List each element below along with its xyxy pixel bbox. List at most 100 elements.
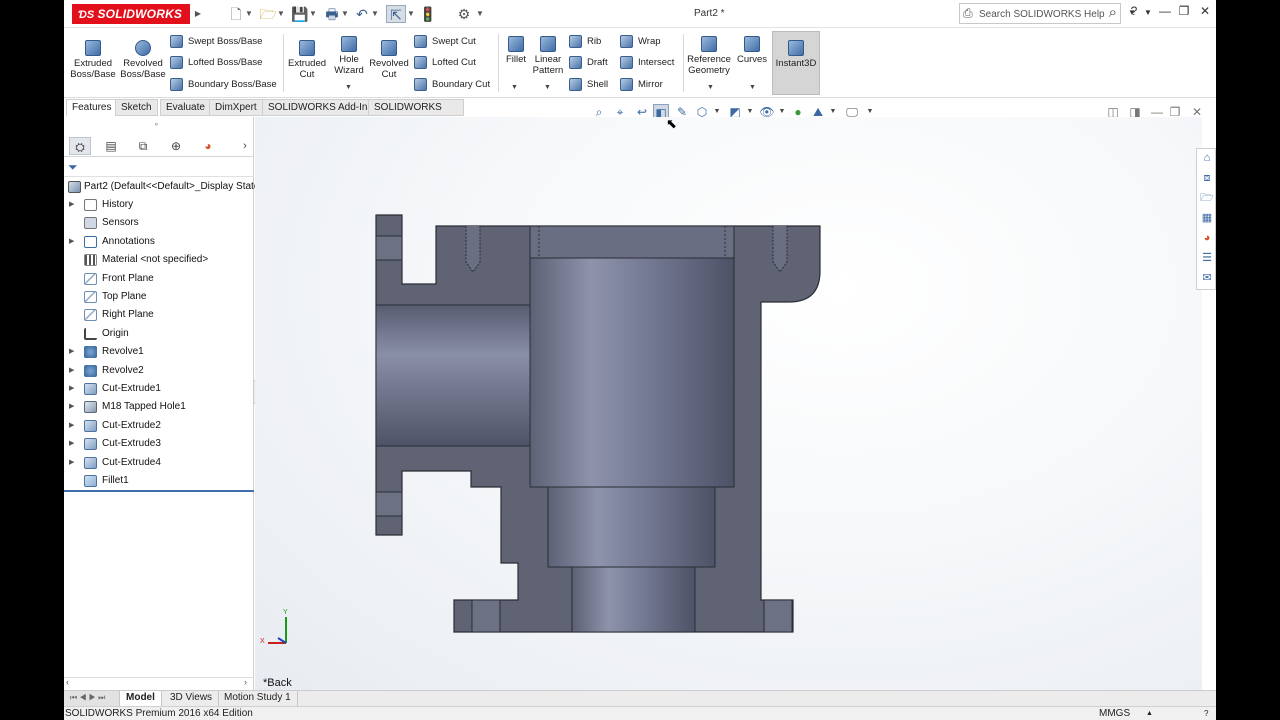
chevron-down-icon[interactable]: ▼	[476, 5, 484, 23]
appearances-icon[interactable]: ◕	[1200, 231, 1214, 245]
chevron-down-icon[interactable]: ▼	[277, 5, 285, 23]
custom-properties-icon[interactable]: ☰	[1200, 251, 1214, 265]
options-gear-icon[interactable]: ⚙	[454, 5, 474, 23]
undo-icon[interactable]: ↶	[352, 5, 372, 23]
search-help-box[interactable]: ⎙ Search SOLIDWORKS Help ⌕	[959, 3, 1121, 24]
tree-item[interactable]: ▶ Cut-Extrude1	[64, 380, 254, 398]
tab-sketch[interactable]: Sketch	[115, 99, 158, 116]
expand-arrow-icon[interactable]: ▶	[69, 398, 74, 416]
extruded-boss-button[interactable]: Extruded Boss/Base	[70, 40, 116, 80]
horizontal-scrollbar[interactable]: ‹ ›	[64, 677, 254, 689]
boundary-cut-button[interactable]: Boundary Cut	[414, 77, 490, 93]
dimxpertmanager-tab-icon[interactable]: ⊕	[165, 137, 187, 155]
open-folder-icon[interactable]: 🗁	[258, 5, 278, 23]
lofted-boss-button[interactable]: Lofted Boss/Base	[170, 55, 262, 71]
view-palette-icon[interactable]: ▦	[1200, 211, 1214, 225]
hole-wizard-dropdown-icon[interactable]: ▼	[345, 84, 352, 91]
solidworks-logo[interactable]: ƊS SOLIDWORKS	[72, 4, 190, 24]
tree-item[interactable]: Origin	[64, 325, 254, 343]
rib-button[interactable]: Rib	[569, 34, 601, 50]
tree-item[interactable]: Fillet1	[64, 472, 254, 490]
chevron-down-icon[interactable]: ▼	[341, 5, 349, 23]
tree-item[interactable]: Top Plane	[64, 288, 254, 306]
displaymanager-tab-icon[interactable]: ◕	[197, 137, 219, 155]
tab-evaluate[interactable]: Evaluate	[160, 99, 211, 116]
draft-button[interactable]: Draft	[569, 55, 608, 71]
file-explorer-icon[interactable]: 🗁	[1200, 191, 1214, 205]
intersect-button[interactable]: Intersect	[620, 55, 674, 71]
tree-item[interactable]: ▶ Cut-Extrude3	[64, 435, 254, 453]
curves-dropdown-icon[interactable]: ▼	[749, 84, 756, 91]
tab-3d-views[interactable]: 3D Views	[164, 691, 220, 706]
rebuild-icon[interactable]: 🚦	[418, 5, 438, 23]
chevron-down-icon[interactable]: ▼	[407, 5, 415, 23]
revolved-boss-button[interactable]: Revolved Boss/Base	[119, 40, 167, 80]
linear-pattern-dropdown-icon[interactable]: ▼	[544, 84, 551, 91]
revolved-cut-button[interactable]: Revolved Cut	[367, 40, 411, 80]
tree-filter-bar[interactable]	[64, 159, 254, 177]
restore-icon[interactable]: ❐	[1173, 4, 1195, 18]
tab-solidworks-mbd[interactable]: SOLIDWORKS MBD	[368, 99, 464, 129]
tab-solidworks-add-ins[interactable]: SOLIDWORKS Add-Ins	[262, 99, 379, 116]
reference-geometry-button[interactable]: Reference Geometry	[686, 36, 732, 76]
chevron-down-icon[interactable]: ▼	[245, 5, 253, 23]
tree-item[interactable]: ▶ M18 Tapped Hole1	[64, 398, 254, 416]
mirror-button[interactable]: Mirror	[620, 77, 663, 93]
fillet-button[interactable]: Fillet	[501, 36, 531, 65]
expand-arrow-icon[interactable]: ▶	[69, 362, 74, 380]
panel-grip-icon[interactable]: ⚬	[153, 120, 160, 129]
expand-arrow-icon[interactable]: ▶	[69, 343, 74, 361]
propertymanager-tab-icon[interactable]: ▤	[100, 137, 122, 155]
search-icon[interactable]: ⌕	[1109, 4, 1117, 21]
boundary-boss-button[interactable]: Boundary Boss/Base	[170, 77, 277, 93]
close-icon[interactable]: ✕	[1194, 4, 1216, 18]
linear-pattern-button[interactable]: Linear Pattern	[530, 36, 566, 76]
tree-item[interactable]: Right Plane	[64, 306, 254, 324]
tree-item[interactable]: Material <not specified>	[64, 251, 254, 269]
chevron-down-icon[interactable]: ▼	[371, 5, 379, 23]
tab-motion-study-1[interactable]: Motion Study 1	[218, 691, 298, 706]
help-status-icon[interactable]: ?	[1204, 707, 1208, 720]
extruded-cut-button[interactable]: Extruded Cut	[285, 40, 329, 80]
search-help-input[interactable]: Search SOLIDWORKS Help	[979, 9, 1105, 20]
expand-arrow-icon[interactable]: ▶	[69, 196, 74, 214]
tab-dimxpert[interactable]: DimXpert	[209, 99, 263, 116]
graphics-area[interactable]: Y X	[255, 117, 1202, 690]
tree-item[interactable]: ▶ Revolve2	[64, 362, 254, 380]
units-selector[interactable]: MMGS	[1099, 707, 1130, 720]
tab-navigation-arrows[interactable]: ⏮ ◀ ▶ ⏭	[64, 691, 120, 706]
wrap-button[interactable]: Wrap	[620, 34, 661, 50]
reference-geometry-dropdown-icon[interactable]: ▼	[707, 84, 714, 91]
tree-item[interactable]: ▶ Annotations	[64, 233, 254, 251]
rollback-bar[interactable]	[64, 490, 254, 492]
expand-arrow-icon[interactable]: ▶	[69, 417, 74, 435]
featuremanager-tab-icon[interactable]: ⛭	[69, 137, 91, 155]
tree-root-part[interactable]: Part2 (Default<<Default>_Display State	[64, 178, 259, 196]
tree-item[interactable]: ▶ Cut-Extrude2	[64, 417, 254, 435]
configurationmanager-tab-icon[interactable]: ⧉	[132, 137, 154, 155]
select-cursor-icon[interactable]: ⇱	[386, 5, 406, 23]
expand-arrow-icon[interactable]: ▶	[69, 233, 74, 251]
new-document-icon[interactable]: 🗋	[226, 5, 246, 23]
tree-item[interactable]: Sensors	[64, 214, 254, 232]
tab-features[interactable]: Features	[66, 99, 118, 116]
expand-arrow-icon[interactable]: ▶	[69, 435, 74, 453]
tree-item[interactable]: ▶ Cut-Extrude4	[64, 454, 254, 472]
menu-expand-icon[interactable]: ▶	[194, 5, 202, 23]
lofted-cut-button[interactable]: Lofted Cut	[414, 55, 476, 71]
curves-button[interactable]: Curves	[734, 36, 770, 65]
design-library-icon[interactable]: ⧈	[1200, 171, 1214, 185]
scroll-left-icon[interactable]: ‹	[66, 677, 69, 687]
tab-model[interactable]: Model	[120, 691, 162, 706]
tree-item[interactable]: ▶ Revolve1	[64, 343, 254, 361]
chevron-up-icon[interactable]: ▲	[1146, 707, 1153, 720]
expand-arrow-icon[interactable]: ▶	[69, 454, 74, 472]
print-icon[interactable]: 🖶	[322, 5, 342, 23]
forum-icon[interactable]: ✉	[1200, 271, 1214, 285]
fillet-dropdown-icon[interactable]: ▼	[511, 84, 518, 91]
hole-wizard-button[interactable]: Hole Wizard	[330, 36, 368, 76]
save-icon[interactable]: 💾	[290, 5, 310, 23]
home-icon[interactable]: ⌂	[1200, 151, 1214, 165]
tree-item[interactable]: ▶ History	[64, 196, 254, 214]
scroll-right-icon[interactable]: ›	[244, 677, 247, 687]
